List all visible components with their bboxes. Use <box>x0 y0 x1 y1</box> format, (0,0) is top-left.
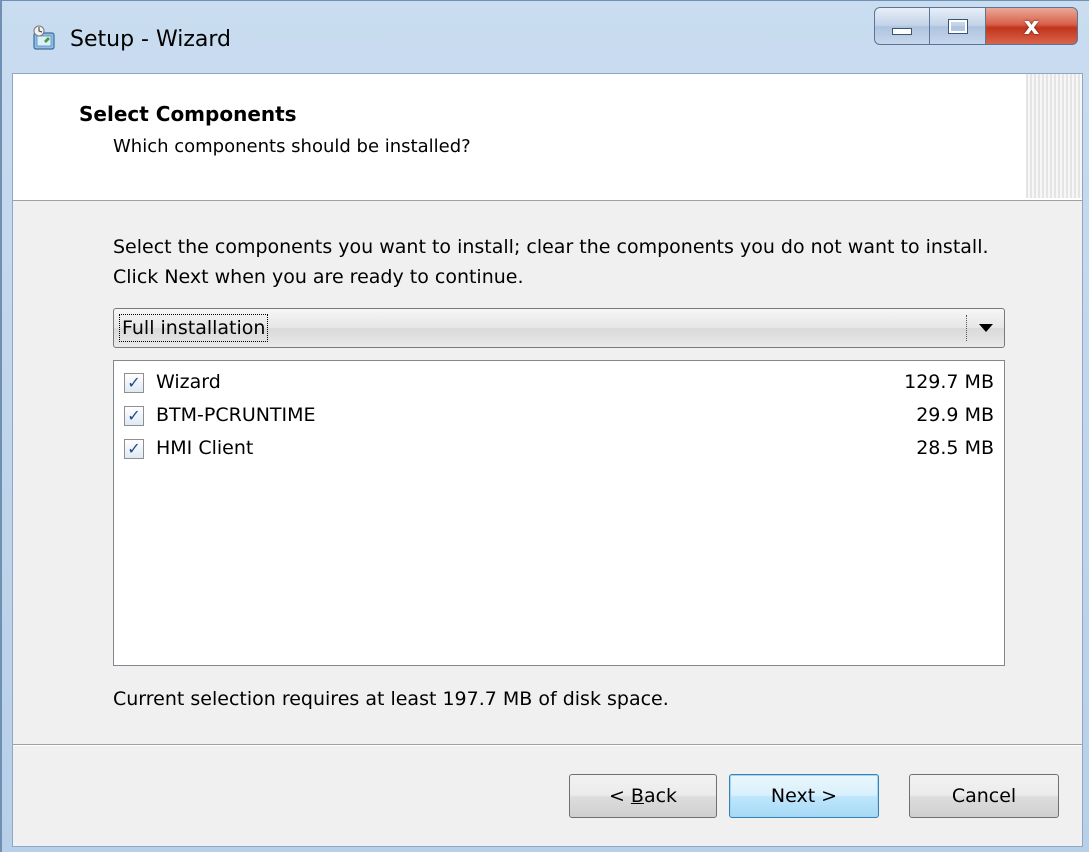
close-button[interactable]: x <box>986 7 1078 45</box>
component-size: 129.7 MB <box>904 371 994 393</box>
page-subtitle: Which components should be installed? <box>113 136 471 157</box>
next-button[interactable]: Next > <box>729 774 879 818</box>
component-checkbox[interactable]: ✓ <box>124 406 144 426</box>
page-title: Select Components <box>79 102 297 126</box>
close-icon: x <box>1023 12 1040 40</box>
maximize-icon <box>947 18 968 34</box>
component-name: HMI Client <box>156 437 254 459</box>
dropdown-separator <box>966 315 968 341</box>
disk-space-note: Current selection requires at least 197.… <box>113 688 669 710</box>
back-button-label-rest: ack <box>643 785 678 807</box>
minimize-icon <box>892 27 912 35</box>
wizard-header-image <box>1026 74 1082 198</box>
list-item[interactable]: ✓ Wizard 129.7 MB <box>124 369 994 399</box>
component-checkbox[interactable]: ✓ <box>124 439 144 459</box>
caption-buttons: x <box>874 7 1084 47</box>
checkmark-icon: ✓ <box>127 439 141 458</box>
list-item[interactable]: ✓ BTM-PCRUNTIME 29.9 MB <box>124 402 994 432</box>
maximize-button[interactable] <box>930 7 986 45</box>
setup-window: Setup - Wizard x Select Components Which… <box>0 0 1089 852</box>
chevron-down-icon[interactable] <box>979 324 993 332</box>
component-checkbox[interactable]: ✓ <box>124 373 144 393</box>
footer-divider <box>13 744 1082 746</box>
setup-app-icon <box>33 25 55 50</box>
wizard-header: Select Components Which components shoul… <box>13 74 1082 201</box>
title-bar[interactable]: Setup - Wizard x <box>2 1 1089 73</box>
instructions-text: Select the components you want to instal… <box>113 236 989 288</box>
checkmark-icon: ✓ <box>127 406 141 425</box>
back-button-accelerator: B <box>630 785 644 807</box>
component-size: 29.9 MB <box>916 404 994 426</box>
window-title: Setup - Wizard <box>70 27 231 52</box>
component-name: Wizard <box>156 371 221 393</box>
back-button-prefix: < <box>608 785 631 807</box>
setup-type-dropdown[interactable]: Full installation <box>113 308 1005 348</box>
components-list[interactable]: ✓ Wizard 129.7 MB ✓ BTM-PCRUNTIME 29.9 M… <box>113 360 1005 666</box>
minimize-button[interactable] <box>874 7 930 45</box>
back-button[interactable]: < Back <box>569 774 717 818</box>
checkmark-icon: ✓ <box>127 373 141 392</box>
list-item[interactable]: ✓ HMI Client 28.5 MB <box>124 435 994 465</box>
cancel-button[interactable]: Cancel <box>909 774 1059 818</box>
component-name: BTM-PCRUNTIME <box>156 404 316 426</box>
setup-type-selected: Full installation <box>118 314 269 342</box>
wizard-client-area: Select Components Which components shoul… <box>12 73 1083 847</box>
component-size: 28.5 MB <box>916 437 994 459</box>
